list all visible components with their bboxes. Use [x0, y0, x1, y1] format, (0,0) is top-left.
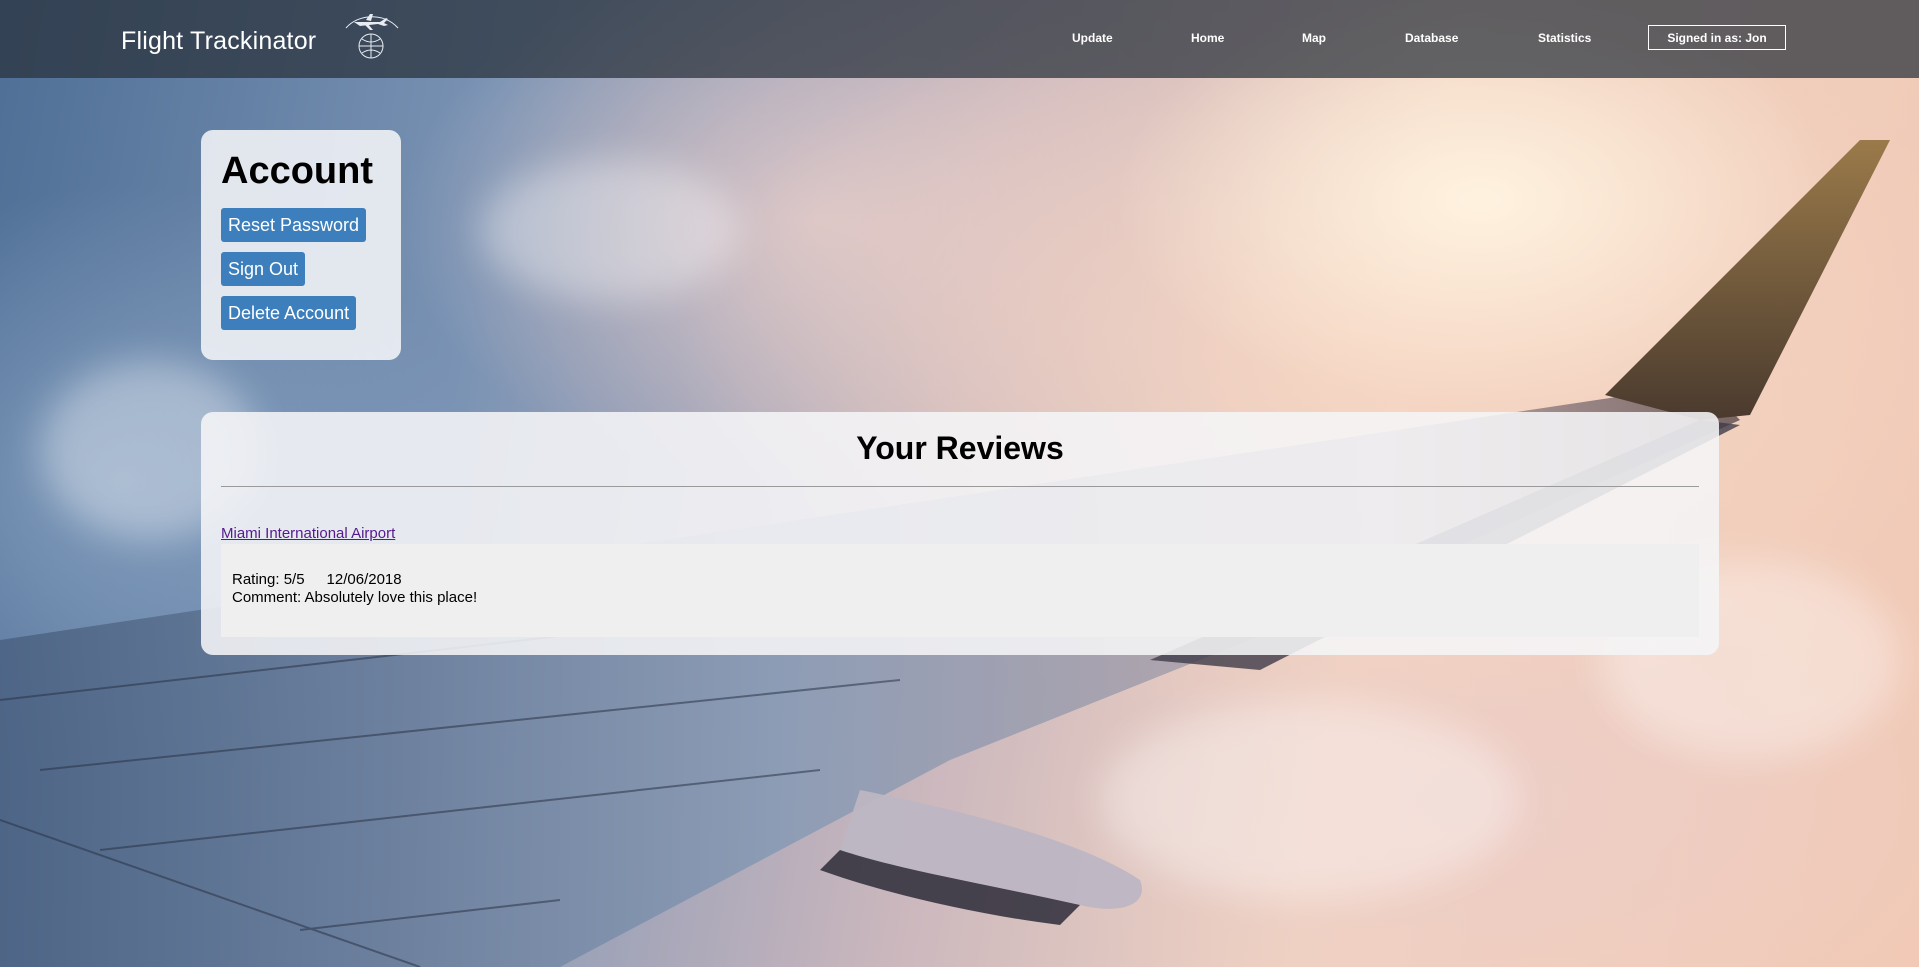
- sign-out-button[interactable]: Sign Out: [221, 252, 306, 286]
- review-place-link[interactable]: Miami International Airport: [221, 525, 395, 542]
- review-rating: Rating: 5/5: [232, 571, 305, 588]
- review-item: Rating: 5/5 12/06/2018 Comment: Absolutel…: [221, 544, 1699, 637]
- delete-account-button[interactable]: Delete Account: [221, 296, 357, 330]
- divider: [221, 486, 1699, 487]
- plane-globe-icon: [345, 14, 399, 59]
- review-comment: Comment: Absolutely love this place!: [232, 589, 478, 606]
- account-title: Account: [221, 150, 373, 192]
- nav-home[interactable]: Home: [1191, 31, 1224, 45]
- reset-password-button[interactable]: Reset Password: [221, 208, 367, 242]
- reviews-title: Your Reviews: [856, 430, 1064, 466]
- nav-map[interactable]: Map: [1302, 31, 1326, 45]
- nav-statistics[interactable]: Statistics: [1538, 31, 1591, 45]
- reviews-panel: Your Reviews Miami International Airport…: [201, 412, 1719, 655]
- review-date: 12/06/2018: [326, 571, 402, 588]
- nav-database[interactable]: Database: [1405, 31, 1458, 45]
- brand-title[interactable]: Flight Trackinator: [121, 27, 316, 56]
- account-panel: Account Reset Password Sign Out Delete A…: [201, 130, 401, 360]
- signed-in-button[interactable]: Signed in as: Jon: [1648, 25, 1786, 50]
- top-navbar: Flight Trackinator Update Home Map Datab…: [0, 0, 1919, 78]
- nav-update[interactable]: Update: [1072, 31, 1113, 45]
